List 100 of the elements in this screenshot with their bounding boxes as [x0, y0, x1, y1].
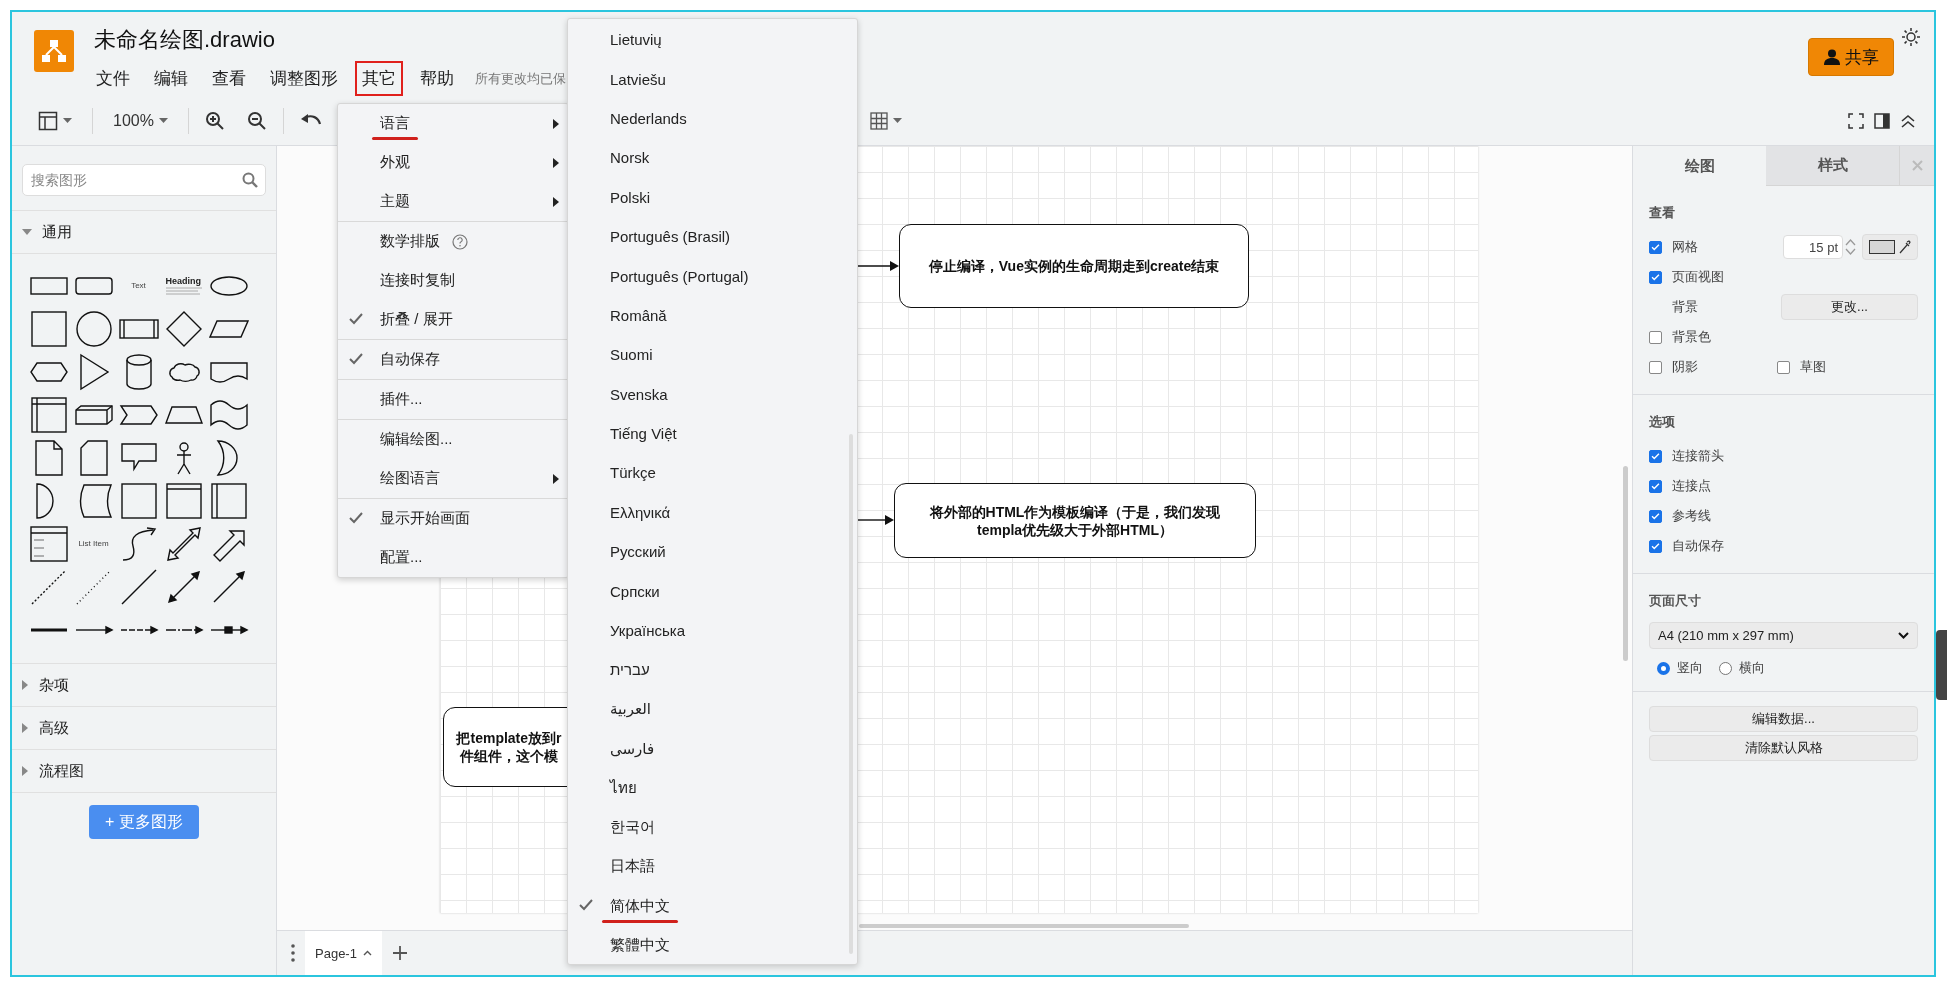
radio-button[interactable]	[1657, 661, 1670, 675]
internal-storage-icon[interactable]	[28, 394, 69, 435]
menu-option-label: 外观	[380, 153, 410, 172]
checkbox[interactable]	[1777, 360, 1790, 374]
flowchart-node[interactable]: 将外部的HTML作为模板编译（于是，我们发现 templa优先级大于外部HTML）	[894, 483, 1256, 558]
language-option[interactable]: Русский	[568, 532, 857, 572]
menu-option[interactable]: 配置...	[338, 538, 568, 577]
table-button[interactable]	[869, 111, 902, 130]
checkbox[interactable]	[1649, 240, 1662, 254]
checkbox[interactable]	[1649, 449, 1662, 463]
side-handle[interactable]	[1936, 630, 1947, 700]
language-option[interactable]: Latviešu	[568, 59, 857, 99]
checkbox[interactable]	[1649, 509, 1662, 523]
page-size-dropdown[interactable]: A4 (210 mm x 297 mm)	[1649, 622, 1918, 649]
grid-size-field[interactable]: 15 pt	[1783, 235, 1843, 259]
language-option[interactable]: 繁體中文	[568, 926, 857, 966]
language-label: Українська	[610, 622, 686, 640]
panel-button[interactable]: 编辑数据...	[1649, 706, 1918, 732]
menu-item[interactable]: 其它	[355, 61, 403, 96]
language-option[interactable]: 日本語	[568, 847, 857, 887]
spinner-icon[interactable]	[1845, 237, 1856, 257]
add-page-icon[interactable]	[391, 945, 408, 961]
section-header[interactable]: 流程图	[12, 749, 276, 792]
container-icon[interactable]	[163, 480, 204, 521]
more-icon[interactable]	[291, 944, 295, 962]
connector-arrow[interactable]	[858, 260, 900, 272]
change-button[interactable]: 更改...	[1781, 294, 1918, 320]
menu-option[interactable]: 连接时复制	[338, 261, 568, 300]
section-header[interactable]: 高级	[12, 706, 276, 749]
section-header[interactable]: 杂项	[12, 663, 276, 706]
panel-tab[interactable]: 样式	[1766, 146, 1899, 186]
checkbox[interactable]	[1649, 539, 1662, 553]
connector-arrow[interactable]	[858, 514, 895, 526]
menu-option[interactable]: 数学排版	[338, 222, 568, 261]
section-header[interactable]: 通用	[12, 210, 276, 253]
language-option[interactable]: Tiếng Việt	[568, 413, 857, 454]
format-panel-icon[interactable]	[1874, 112, 1890, 129]
menu-item[interactable]: 文件	[89, 61, 137, 96]
language-option[interactable]: עברית	[568, 650, 857, 690]
square-icon[interactable]	[118, 480, 159, 521]
file-title[interactable]: 未命名绘图.drawio	[94, 26, 566, 54]
search-field[interactable]: 搜索图形	[22, 164, 266, 196]
palette-text[interactable]: Text	[131, 281, 146, 290]
checkbox[interactable]	[1649, 330, 1662, 344]
language-option[interactable]: Српски	[568, 571, 857, 611]
language-option[interactable]: Svenska	[568, 374, 857, 414]
flowchart-node[interactable]: 停止编译，Vue实例的生命周期走到create结束	[899, 224, 1249, 308]
menu-item[interactable]: 查看	[205, 61, 253, 96]
language-option[interactable]: Lietuvių	[568, 20, 857, 60]
grid-color-button[interactable]	[1862, 234, 1918, 260]
menu-item[interactable]: 调整图形	[263, 61, 345, 96]
list-icon[interactable]	[28, 523, 69, 564]
menu-option[interactable]: 显示开始画面	[338, 499, 568, 538]
checkbox[interactable]	[1649, 270, 1662, 284]
menu-option[interactable]: 折叠 / 展开	[338, 300, 568, 339]
menu-option[interactable]: 绘图语言	[338, 459, 568, 498]
square-icon[interactable]	[28, 308, 69, 349]
scrollbar-thumb[interactable]	[859, 924, 1189, 928]
share-button[interactable]: 共享	[1808, 38, 1894, 76]
language-option[interactable]: Português (Portugal)	[568, 256, 857, 296]
menu-option[interactable]: 主题	[338, 182, 568, 221]
language-option[interactable]: Українська	[568, 610, 857, 651]
menu-option[interactable]: 插件...	[338, 380, 568, 419]
panel-button[interactable]: 清除默认风格	[1649, 735, 1918, 761]
language-option[interactable]: Türkçe	[568, 453, 857, 493]
menu-option-label: 编辑绘图...	[380, 430, 453, 449]
menu-item[interactable]: 帮助	[413, 61, 461, 96]
checkbox[interactable]	[1649, 479, 1662, 493]
language-option[interactable]: Română	[568, 295, 857, 336]
language-option[interactable]: Ελληνικά	[568, 492, 857, 533]
menu-option[interactable]: 外观	[338, 143, 568, 182]
language-option[interactable]: Polski	[568, 177, 857, 217]
help-icon[interactable]	[452, 233, 468, 250]
page-tab[interactable]: Page-1	[305, 931, 382, 975]
menu-option[interactable]: 编辑绘图...	[338, 420, 568, 459]
collapse-icon[interactable]	[1900, 112, 1916, 129]
language-option[interactable]: Português (Brasil)	[568, 216, 857, 257]
language-option[interactable]: 한국어	[568, 807, 857, 848]
menu-option[interactable]: 自动保存	[338, 340, 568, 379]
fullscreen-icon[interactable]	[1848, 112, 1864, 129]
circle-icon[interactable]	[73, 308, 114, 349]
language-option[interactable]: Suomi	[568, 335, 857, 375]
menu-option[interactable]: 语言	[338, 104, 568, 143]
language-option[interactable]: 简体中文	[568, 886, 857, 926]
menu-option-label: 数学排版	[380, 232, 440, 251]
menu-item[interactable]: 编辑	[147, 61, 195, 96]
checkbox-label: 阴影	[1672, 358, 1698, 376]
radio-button[interactable]	[1719, 661, 1732, 675]
zoom-dropdown[interactable]: 100%	[109, 107, 172, 134]
palette-text[interactable]: List Item	[78, 539, 109, 548]
checkbox[interactable]	[1649, 360, 1662, 374]
sun-icon[interactable]	[1902, 28, 1920, 46]
language-option[interactable]: Norsk	[568, 138, 857, 178]
caret-icon	[362, 950, 372, 956]
palette-heading[interactable]: Heading	[165, 275, 201, 286]
zoom-out-icon[interactable]	[246, 110, 267, 131]
language-option[interactable]: Nederlands	[568, 98, 857, 139]
scrollbar-thumb[interactable]	[1623, 466, 1628, 661]
swimlane-icon[interactable]	[208, 480, 249, 521]
zoom-in-icon[interactable]	[204, 110, 225, 131]
